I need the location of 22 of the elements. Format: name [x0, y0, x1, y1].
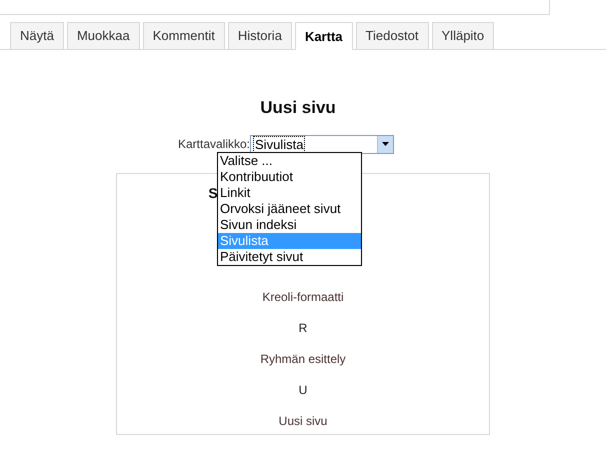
page-link[interactable]: Uusi sivu [278, 412, 328, 430]
tab[interactable]: Näytä [10, 22, 64, 49]
dropdown-option[interactable]: Päivitetyt sivut [218, 249, 361, 265]
tab[interactable]: Muokkaa [66, 22, 140, 49]
dropdown-option[interactable]: Kontribuutiot [218, 169, 361, 185]
tab[interactable]: Ylläpito [432, 22, 494, 49]
tab[interactable]: Kartta [294, 22, 353, 50]
page-title: Uusi sivu [260, 97, 336, 119]
page-link[interactable]: Ryhmän esittely [260, 350, 346, 368]
letter-heading: U [298, 382, 308, 398]
dropdown-option[interactable]: Sivun indeksi [218, 217, 361, 233]
letter-heading: R [298, 320, 308, 336]
dropdown-option[interactable]: Valitse ... [218, 153, 361, 169]
tab[interactable]: Historia [228, 22, 292, 49]
page-link[interactable]: Kreoli-formaatti [262, 288, 344, 306]
tab[interactable]: Tiedostot [356, 22, 429, 49]
section-heading: S [208, 184, 218, 200]
map-menu-select[interactable]: Sivulista [250, 134, 394, 154]
dropdown-option[interactable]: Orvoksi jääneet sivut [218, 201, 361, 217]
dropdown-option[interactable]: Linkit [218, 185, 361, 201]
menu-label: Karttavalikko: [178, 136, 250, 153]
tab[interactable]: Kommentit [142, 22, 225, 49]
